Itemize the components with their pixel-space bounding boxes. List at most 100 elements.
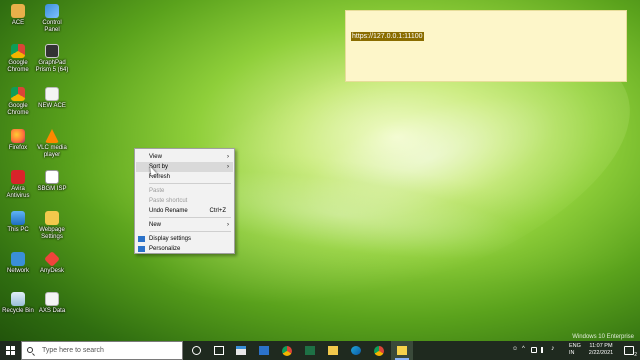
menu-item-paste-shortcut[interactable]: Paste shortcut bbox=[136, 196, 233, 206]
chrome-icon bbox=[11, 44, 25, 58]
store-bag-icon bbox=[236, 346, 246, 355]
folder-icon bbox=[328, 346, 338, 355]
clock-date: 2/22/2021 bbox=[588, 350, 614, 356]
desktop-icon-label: Google Chrome bbox=[7, 103, 29, 116]
desktop-icon-anydesk[interactable]: AnyDesk bbox=[35, 251, 69, 275]
desktop-icon-webpage-settings[interactable]: Webpage Settings bbox=[35, 211, 69, 241]
notification-count: 2 bbox=[634, 352, 637, 358]
cortana-button[interactable] bbox=[186, 341, 208, 360]
taskbar-app-explorer[interactable] bbox=[322, 341, 344, 360]
taskbar-app-chrome[interactable] bbox=[276, 341, 298, 360]
taskbar-search-box[interactable]: Type here to search bbox=[21, 341, 183, 360]
desktop-icon-label: ACE bbox=[11, 20, 25, 26]
menu-item-label: Display settings bbox=[149, 236, 192, 242]
menu-item-display-settings[interactable]: Display settings bbox=[136, 234, 233, 244]
firefox-icon bbox=[11, 129, 25, 143]
desktop-icon-vlc[interactable]: VLC media player bbox=[35, 129, 69, 159]
taskbar-app-mail[interactable] bbox=[253, 341, 275, 360]
search-icon bbox=[27, 347, 33, 353]
menu-item-paste[interactable]: Paste bbox=[136, 186, 233, 196]
menu-item-shortcut: Ctrl+Z bbox=[209, 208, 227, 214]
input-language[interactable]: ENG IN bbox=[569, 343, 581, 357]
desktop-icon-label: Firefox bbox=[8, 145, 28, 151]
desktop-icon-network[interactable]: Network bbox=[1, 252, 35, 275]
menu-item-personalize[interactable]: Personalize bbox=[136, 244, 233, 254]
recycle-bin-icon bbox=[11, 292, 25, 306]
desktop-icon-label: NEW ACE bbox=[38, 103, 66, 109]
desktop-icon-label: Control Panel bbox=[42, 20, 62, 33]
menu-item-undo-rename[interactable]: Undo Rename Ctrl+Z bbox=[136, 206, 233, 216]
system-tray: ☺ ^ ♪ bbox=[512, 341, 564, 360]
taskbar-app-excel[interactable] bbox=[299, 341, 321, 360]
desktop-icon-this-pc[interactable]: This PC bbox=[1, 211, 35, 234]
chrome-icon bbox=[282, 346, 292, 356]
menu-separator bbox=[149, 217, 231, 218]
people-icon[interactable]: ☺ bbox=[512, 346, 518, 352]
desktop-icon-label: Network bbox=[6, 268, 29, 274]
desktop-icon-ace[interactable]: ACE bbox=[1, 4, 35, 27]
desktop-icon-label: Google Chrome bbox=[7, 60, 29, 73]
selected-url-text[interactable]: https://127.0.0.1:11100 bbox=[351, 32, 424, 41]
desktop-icon-chrome[interactable]: Google Chrome bbox=[1, 44, 35, 74]
task-view-icon bbox=[214, 346, 224, 355]
language-code: ENG bbox=[569, 343, 581, 349]
menu-item-label: Personalize bbox=[149, 246, 181, 252]
task-view-button[interactable] bbox=[208, 341, 230, 360]
menu-item-label: View bbox=[149, 154, 162, 160]
file-icon bbox=[45, 87, 59, 101]
note-window[interactable]: https://127.0.0.1:11100 bbox=[345, 10, 627, 82]
taskbar-app-edge[interactable] bbox=[345, 341, 367, 360]
taskbar-app-sticky-notes[interactable] bbox=[391, 341, 413, 360]
desktop-icon-recycle-bin[interactable]: Recycle Bin bbox=[1, 292, 35, 315]
speaker-icon[interactable]: ♪ bbox=[551, 345, 555, 352]
mail-icon bbox=[259, 346, 269, 355]
chevron-right-icon: › bbox=[227, 154, 229, 160]
anydesk-icon bbox=[44, 251, 60, 267]
battery-icon[interactable] bbox=[531, 347, 537, 353]
edge-icon bbox=[351, 346, 361, 355]
desktop-icon-label: Recycle Bin bbox=[2, 308, 34, 314]
desktop-icon-avira[interactable]: Avira Antivirus bbox=[1, 170, 35, 200]
chevron-right-icon: › bbox=[227, 164, 229, 170]
os-watermark: Windows 10 Enterprise bbox=[572, 334, 634, 340]
desktop-icon-control-panel[interactable]: Control Panel bbox=[35, 4, 69, 34]
region-code: IN bbox=[569, 350, 575, 356]
avira-icon bbox=[11, 170, 25, 184]
menu-item-view[interactable]: View › bbox=[136, 152, 233, 162]
desktop-icon-axs-data[interactable]: AXS Data bbox=[35, 292, 69, 315]
graphpad-icon bbox=[45, 44, 59, 58]
sticky-note-icon bbox=[397, 346, 407, 355]
desktop-icon-label: GraphPad Prism 5 (64) bbox=[35, 60, 69, 73]
desktop-icon-label: SBGM ISP bbox=[37, 186, 67, 192]
network-icon[interactable] bbox=[541, 347, 548, 353]
notification-center-button[interactable]: 2 bbox=[624, 346, 637, 358]
desktop-icon-new-ace[interactable]: NEW ACE bbox=[35, 87, 69, 110]
desktop-icon-label: VLC media player bbox=[37, 145, 67, 158]
menu-item-label: New bbox=[149, 222, 162, 228]
windows-logo-icon bbox=[6, 346, 15, 355]
menu-item-label: Paste bbox=[149, 188, 165, 194]
menu-item-new[interactable]: New › bbox=[136, 220, 233, 230]
taskbar-app-chrome-2[interactable] bbox=[368, 341, 390, 360]
desktop-icon-label: AXS Data bbox=[38, 308, 66, 314]
desktop-context-menu: View › Sort by › Refresh Paste Paste sho… bbox=[134, 148, 235, 254]
taskbar-clock[interactable]: 11:07 PM 2/22/2021 bbox=[585, 343, 617, 357]
control-panel-icon bbox=[45, 4, 59, 18]
taskbar-app-store[interactable] bbox=[230, 341, 252, 360]
search-placeholder: Type here to search bbox=[42, 347, 104, 354]
chevron-right-icon: › bbox=[227, 222, 229, 228]
menu-separator bbox=[149, 183, 231, 184]
desktop-icon-label: Webpage Settings bbox=[39, 227, 65, 240]
start-button[interactable] bbox=[0, 341, 21, 360]
user-folder-icon bbox=[11, 4, 25, 18]
menu-separator bbox=[149, 231, 231, 232]
desktop-icon-label: Avira Antivirus bbox=[6, 186, 30, 199]
desktop-icon-firefox[interactable]: Firefox bbox=[1, 129, 35, 152]
desktop-icon-sbgm-isp[interactable]: SBGM ISP bbox=[35, 170, 69, 193]
desktop-icon-graphpad[interactable]: GraphPad Prism 5 (64) bbox=[35, 44, 69, 74]
chevron-up-icon[interactable]: ^ bbox=[522, 346, 525, 352]
vlc-cone-icon bbox=[45, 129, 59, 143]
desktop-icon-chrome-2[interactable]: Google Chrome bbox=[1, 87, 35, 117]
file-icon bbox=[45, 292, 59, 306]
menu-item-label: Paste shortcut bbox=[149, 198, 188, 204]
